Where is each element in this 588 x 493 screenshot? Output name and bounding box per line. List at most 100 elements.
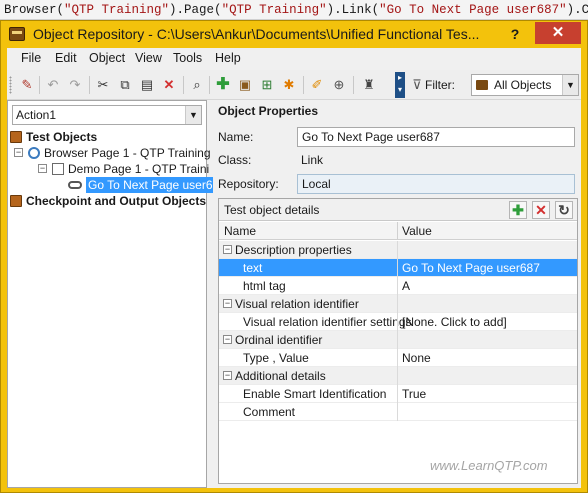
column-divider <box>397 403 398 421</box>
link-icon <box>68 181 82 189</box>
grid-row-smart-id[interactable]: Enable Smart Identification True <box>219 385 577 403</box>
column-divider <box>397 259 398 277</box>
paste-icon[interactable]: ▤ <box>139 77 155 93</box>
find-icon[interactable]: ⌕ <box>189 77 205 93</box>
code-string: "Go To Next Page user687" <box>379 3 567 17</box>
code-part: ).Link( <box>326 3 380 17</box>
grid-row-ordinal[interactable]: Type , Value None <box>219 349 577 367</box>
menu-tools[interactable]: Tools <box>173 51 202 65</box>
title-bar[interactable]: Object Repository - C:\Users\Ankur\Docum… <box>1 21 587 48</box>
code-part: Browser( <box>4 3 65 17</box>
folder-icon <box>10 195 22 207</box>
folder-icon <box>10 131 22 143</box>
edit-script-icon[interactable]: ✎ <box>19 77 35 93</box>
filter-dropdown[interactable]: All Objects ▼ <box>471 74 579 96</box>
toolbar: ✎ ↶ ↷ ✂ ⧉ ▤ ✕ ⌕ ✚ ▣ ⊞ ✱ ✐ ⊕ ♜ ▸ ▾ ⊽ Filte… <box>7 70 581 100</box>
action-dropdown[interactable]: Action1 ▼ <box>12 105 202 125</box>
column-divider <box>397 277 398 295</box>
grid-header: Name Value <box>219 222 577 240</box>
row-value: A <box>402 279 411 293</box>
collapse-toggle-icon[interactable]: − <box>38 164 47 173</box>
locate-icon[interactable]: ✱ <box>281 77 297 93</box>
highlight-icon[interactable]: ⊞ <box>259 77 275 93</box>
row-name: Additional details <box>235 369 326 383</box>
grid-row-visual-relation[interactable]: Visual relation identifier settings [Non… <box>219 313 577 331</box>
window-title: Object Repository - C:\Users\Ankur\Docum… <box>33 26 480 42</box>
code-line: Browser("QTP Training").Page("QTP Traini… <box>0 0 588 20</box>
menu-file[interactable]: File <box>21 51 41 65</box>
name-field[interactable]: Go To Next Page user687 <box>297 127 575 147</box>
add-property-button[interactable]: ✚ <box>509 201 527 219</box>
repository-label: Repository: <box>218 177 279 191</box>
refresh-icon[interactable]: ↻ <box>555 201 573 219</box>
close-button[interactable]: ✕ <box>535 22 581 44</box>
toolbar-grip[interactable] <box>9 76 12 94</box>
column-divider <box>397 367 398 385</box>
object-spy-icon[interactable]: ▣ <box>237 77 253 93</box>
row-value: True <box>402 387 427 401</box>
toolbar-separator <box>303 76 304 94</box>
tree-item-browser[interactable]: − Browser Page 1 - QTP Training <box>10 145 211 161</box>
toolbar-separator <box>89 76 90 94</box>
collapse-toggle-icon[interactable]: − <box>223 335 232 344</box>
menu-object[interactable]: Object <box>89 51 125 65</box>
tree-item-label: Demo Page 1 - QTP Traini <box>68 162 210 176</box>
delete-icon[interactable]: ✕ <box>161 77 177 93</box>
help-button[interactable]: ? <box>505 24 525 44</box>
browser-icon <box>28 147 40 159</box>
grid-section-row[interactable]: − Description properties <box>219 241 577 259</box>
details-title: Test object details <box>224 203 320 217</box>
grid-section-row[interactable]: − Additional details <box>219 367 577 385</box>
grid-row-html-tag[interactable]: html tag A <box>219 277 577 295</box>
object-tree-panel: Action1 ▼ Test Objects − Browser Page 1 … <box>7 100 215 488</box>
add-object-icon[interactable]: ✚ <box>215 77 231 93</box>
row-name: Ordinal identifier <box>235 333 323 347</box>
row-name: html tag <box>243 279 286 293</box>
tree-item-label: Browser Page 1 - QTP Training <box>44 146 211 160</box>
tree-item-link[interactable]: Go To Next Page user6 <box>10 177 215 193</box>
collapse-toggle-icon[interactable]: − <box>223 245 232 254</box>
grid-section-row[interactable]: − Visual relation identifier <box>219 295 577 313</box>
toolbar-overflow-button[interactable]: ▸ ▾ <box>395 72 405 98</box>
target-icon[interactable]: ⊕ <box>331 77 347 93</box>
toolbar-separator <box>39 76 40 94</box>
remove-property-button[interactable]: ✕ <box>532 201 550 219</box>
column-divider <box>397 385 398 403</box>
chevron-down-icon[interactable]: ▼ <box>185 106 201 124</box>
row-value: None <box>402 351 431 365</box>
collapse-toggle-icon[interactable]: − <box>223 371 232 380</box>
undo-icon[interactable]: ↶ <box>45 77 61 93</box>
menu-bar: File Edit Object View Tools Help <box>7 48 581 70</box>
grid-row-comment[interactable]: Comment <box>219 403 577 421</box>
row-value: Go To Next Page user687 <box>402 261 540 275</box>
tree-item-page[interactable]: − Demo Page 1 - QTP Traini <box>10 161 210 177</box>
code-part: ).Page( <box>169 3 222 17</box>
chevron-down-icon[interactable]: ▼ <box>562 75 578 95</box>
copy-icon[interactable]: ⧉ <box>117 77 133 93</box>
column-divider <box>397 313 398 331</box>
column-header-value: Value <box>402 224 432 238</box>
cut-icon[interactable]: ✂ <box>95 77 111 93</box>
collapse-toggle-icon[interactable]: − <box>223 299 232 308</box>
spy-icon[interactable]: ♜ <box>361 77 377 93</box>
tree-item-label: Go To Next Page user6 <box>86 177 215 193</box>
filter-value: All Objects <box>494 78 552 92</box>
row-name: Comment <box>243 405 296 419</box>
column-divider <box>397 295 398 313</box>
redo-icon[interactable]: ↷ <box>67 77 83 93</box>
code-string: "QTP Training" <box>221 3 327 17</box>
menu-view[interactable]: View <box>135 51 162 65</box>
row-name: Visual relation identifier settings <box>243 315 412 329</box>
menu-help[interactable]: Help <box>215 51 241 65</box>
menu-edit[interactable]: Edit <box>55 51 77 65</box>
class-label: Class: <box>218 153 252 167</box>
name-label: Name: <box>218 130 254 144</box>
code-part: ).Click <box>566 3 588 17</box>
collapse-toggle-icon[interactable]: − <box>14 148 23 157</box>
row-name: Description properties <box>235 243 352 257</box>
grid-row-text[interactable]: text Go To Next Page user687 <box>219 259 577 277</box>
repository-app-icon <box>9 27 25 41</box>
column-divider <box>397 331 398 349</box>
highlight-pen-icon[interactable]: ✐ <box>309 77 325 93</box>
grid-section-row[interactable]: − Ordinal identifier <box>219 331 577 349</box>
